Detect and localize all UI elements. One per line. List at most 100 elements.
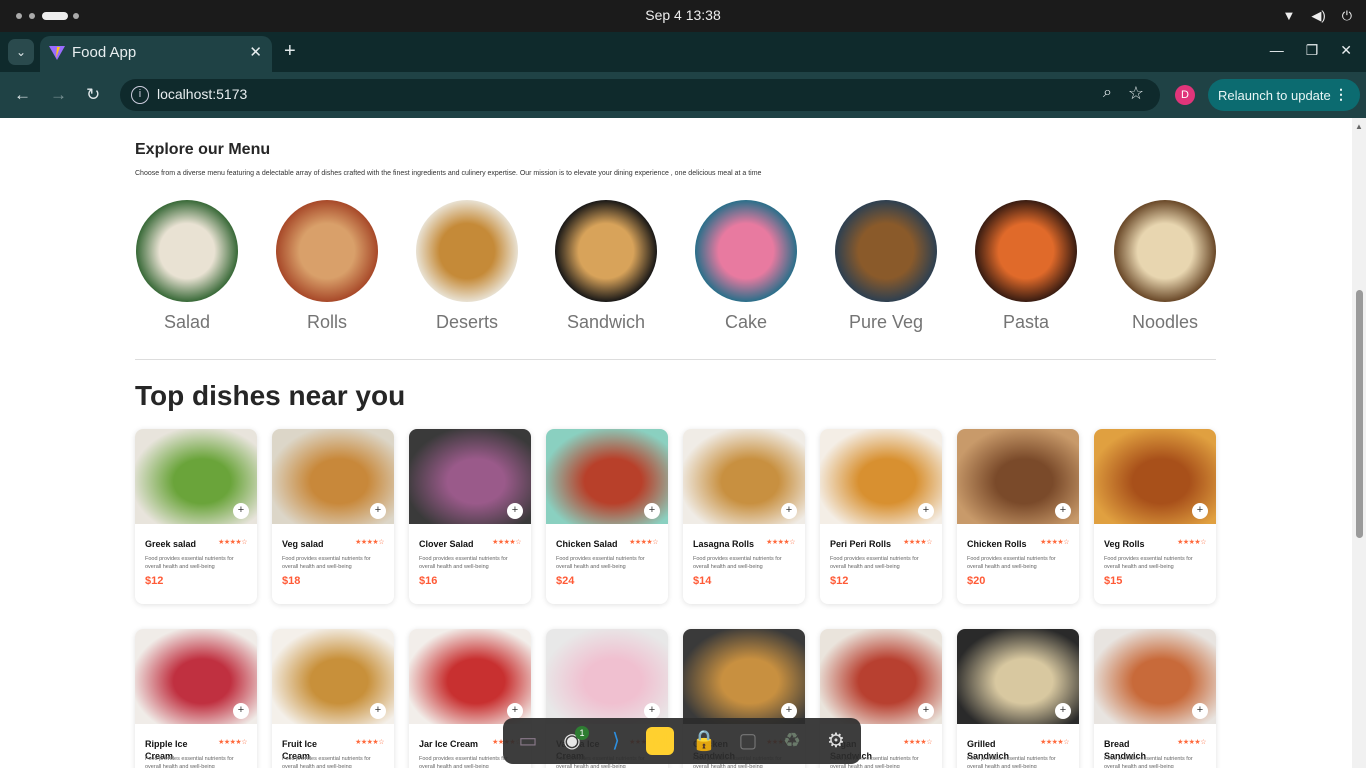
food-name: Chicken Salad: [556, 539, 618, 549]
category-image[interactable]: [555, 200, 657, 302]
add-to-cart-icon[interactable]: +: [1192, 703, 1208, 719]
system-clock[interactable]: Sep 4 13:38: [0, 7, 1366, 23]
category-cake[interactable]: Cake: [694, 200, 798, 333]
vite-logo-icon: [49, 46, 65, 60]
close-tab-icon[interactable]: ✕: [249, 43, 262, 61]
minimize-icon[interactable]: —: [1270, 42, 1284, 59]
food-description: Food provides essential nutrients for ov…: [145, 756, 234, 768]
add-to-cart-icon[interactable]: +: [370, 703, 386, 719]
category-image[interactable]: [1114, 200, 1216, 302]
add-to-cart-icon[interactable]: +: [1055, 503, 1071, 519]
lock-icon[interactable]: 🔒: [690, 727, 718, 755]
add-to-cart-icon[interactable]: +: [781, 703, 797, 719]
tab-title: Food App: [72, 44, 137, 61]
food-name: Lasagna Rolls: [693, 539, 755, 549]
category-image[interactable]: [695, 200, 797, 302]
food-card[interactable]: + Chicken Rolls ★★★★☆ Food provides essenti…: [957, 429, 1079, 604]
zoom-icon[interactable]: ⌕: [1103, 84, 1112, 102]
add-to-cart-icon[interactable]: +: [644, 503, 660, 519]
bookmark-star-icon[interactable]: ☆: [1128, 83, 1144, 104]
page-content: Explore our Menu Choose from a diverse m…: [0, 118, 1352, 768]
trash-icon[interactable]: ♻: [778, 727, 806, 755]
category-rolls[interactable]: Rolls: [275, 200, 379, 333]
tab-food-app[interactable]: Food App ✕: [40, 36, 272, 72]
files-icon[interactable]: ▭: [514, 727, 542, 755]
new-tab-icon[interactable]: +: [284, 40, 296, 63]
rating-stars-icon: ★★★★☆: [218, 739, 247, 746]
add-to-cart-icon[interactable]: +: [918, 503, 934, 519]
category-image[interactable]: [835, 200, 937, 302]
food-description: Food provides essential nutrients for ov…: [282, 556, 371, 570]
food-card[interactable]: + Bread Sandwich ★★★★☆ Food provides essent…: [1094, 629, 1216, 768]
rating-stars-icon: ★★★★☆: [355, 539, 384, 546]
tab-search-button[interactable]: ⌄: [8, 39, 34, 65]
add-to-cart-icon[interactable]: +: [370, 503, 386, 519]
scrollbar[interactable]: ▲: [1352, 118, 1366, 768]
category-noodles[interactable]: Noodles: [1113, 200, 1217, 333]
rating-stars-icon: ★★★★☆: [1177, 539, 1206, 546]
add-to-cart-icon[interactable]: +: [781, 503, 797, 519]
category-pasta[interactable]: Pasta: [974, 200, 1078, 333]
food-card[interactable]: + Peri Peri Rolls ★★★★☆ Food provides essen…: [820, 429, 942, 604]
scroll-up-icon[interactable]: ▲: [1355, 122, 1363, 131]
food-name: Peri Peri Rolls: [830, 539, 892, 549]
category-image[interactable]: [416, 200, 518, 302]
volume-icon[interactable]: ◀): [1311, 8, 1325, 24]
food-card[interactable]: + Veg salad ★★★★☆ Food provides essential n…: [272, 429, 394, 604]
rating-stars-icon: ★★★★☆: [766, 539, 795, 546]
category-deserts[interactable]: Deserts: [415, 200, 519, 333]
food-card[interactable]: + Veg Rolls ★★★★☆ Food provides essential n…: [1094, 429, 1216, 604]
category-salad[interactable]: Salad: [135, 200, 239, 333]
food-price: $18: [282, 575, 301, 587]
food-description: Food provides essential nutrients for ov…: [693, 556, 782, 570]
forward-icon[interactable]: →: [50, 85, 67, 105]
add-to-cart-icon[interactable]: +: [233, 503, 249, 519]
add-to-cart-icon[interactable]: +: [918, 703, 934, 719]
scrollbar-thumb[interactable]: [1356, 290, 1363, 538]
category-label: Sandwich: [566, 312, 646, 332]
close-window-icon[interactable]: ✕: [1340, 42, 1352, 59]
settings-icon[interactable]: ⚙: [822, 727, 850, 755]
food-card[interactable]: + Clover Salad ★★★★☆ Food provides essentia…: [409, 429, 531, 604]
maximize-icon[interactable]: ❐: [1306, 42, 1319, 59]
food-card[interactable]: + Grilled Sandwich ★★★★☆ Food provides esse…: [957, 629, 1079, 768]
add-to-cart-icon[interactable]: +: [507, 703, 523, 719]
food-price: $12: [145, 575, 164, 587]
add-to-cart-icon[interactable]: +: [1055, 703, 1071, 719]
back-icon[interactable]: ←: [14, 85, 31, 105]
address-bar[interactable]: i localhost:5173 ⌕ ☆: [120, 79, 1160, 111]
add-to-cart-icon[interactable]: +: [233, 703, 249, 719]
add-to-cart-icon[interactable]: +: [1192, 503, 1208, 519]
category-image[interactable]: [975, 200, 1077, 302]
category-image[interactable]: [136, 200, 238, 302]
rating-stars-icon: ★★★★☆: [903, 539, 932, 546]
power-icon[interactable]: ⏻: [1342, 8, 1352, 24]
site-info-icon[interactable]: i: [131, 86, 149, 104]
add-to-cart-icon[interactable]: +: [507, 503, 523, 519]
menu-description: Choose from a diverse menu featuring a d…: [135, 170, 762, 177]
food-card[interactable]: + Ripple Ice Cream ★★★★☆ Food provides esse…: [135, 629, 257, 768]
url-text[interactable]: localhost:5173: [157, 86, 247, 102]
food-name: Chicken Rolls: [967, 539, 1027, 549]
more-menu-icon[interactable]: ⋮: [1334, 86, 1348, 103]
category-pure-veg[interactable]: Pure Veg: [834, 200, 938, 333]
category-image[interactable]: [276, 200, 378, 302]
food-card[interactable]: + Greek salad ★★★★☆ Food provides essential…: [135, 429, 257, 604]
food-price: $24: [556, 575, 575, 587]
food-card[interactable]: + Fruit Ice Cream ★★★★☆ Food provides essen…: [272, 629, 394, 768]
miro-icon[interactable]: M: [646, 727, 674, 755]
relaunch-button[interactable]: Relaunch to update ⋮: [1208, 79, 1360, 111]
profile-avatar[interactable]: D: [1175, 85, 1195, 105]
food-description: Food provides essential nutrients for ov…: [419, 556, 508, 570]
reload-icon[interactable]: ↻: [86, 85, 100, 105]
wifi-icon[interactable]: ▼: [1283, 8, 1296, 24]
food-description: Food provides essential nutrients for ov…: [967, 756, 1056, 768]
vscode-icon[interactable]: ⟩: [602, 727, 630, 755]
food-price: $20: [967, 575, 986, 587]
category-sandwich[interactable]: Sandwich: [554, 200, 658, 333]
food-card[interactable]: + Lasagna Rolls ★★★★☆ Food provides essenti…: [683, 429, 805, 604]
rating-stars-icon: ★★★★☆: [492, 539, 521, 546]
ssd-icon[interactable]: ▢: [734, 727, 762, 755]
add-to-cart-icon[interactable]: +: [644, 703, 660, 719]
food-card[interactable]: + Chicken Salad ★★★★☆ Food provides essenti…: [546, 429, 668, 604]
